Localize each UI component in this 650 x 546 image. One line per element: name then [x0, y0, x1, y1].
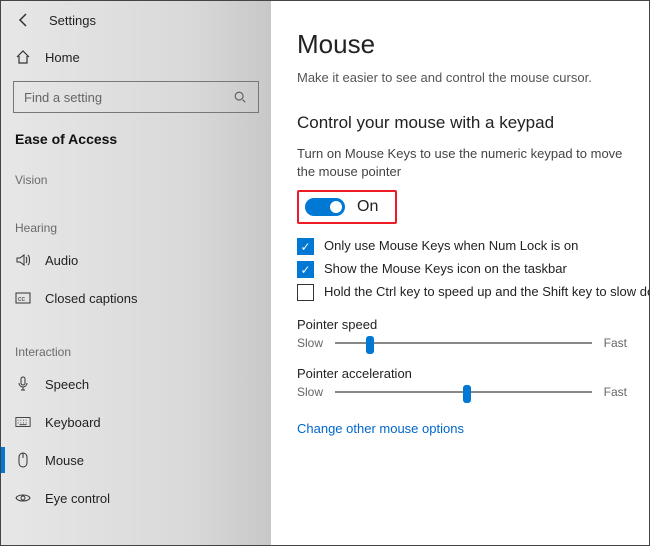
- cc-icon: cc: [15, 290, 31, 306]
- sidebar: Settings Home Find a setting Ease of Acc…: [1, 1, 271, 545]
- pointer-speed-label: Pointer speed: [297, 317, 627, 332]
- mouse-icon: [15, 452, 31, 468]
- slider-min-label: Slow: [297, 385, 323, 399]
- sidebar-item-eye-control[interactable]: Eye control: [1, 479, 271, 517]
- checkbox-label: Only use Mouse Keys when Num Lock is on: [324, 238, 578, 253]
- sidebar-home-label: Home: [45, 50, 80, 65]
- slider-knob[interactable]: [366, 336, 374, 354]
- mic-icon: [15, 376, 31, 392]
- sidebar-item-label: Closed captions: [45, 291, 138, 306]
- main-content: Mouse Make it easier to see and control …: [271, 1, 649, 545]
- change-mouse-options-link[interactable]: Change other mouse options: [297, 421, 464, 436]
- page-title: Mouse: [297, 29, 627, 60]
- sidebar-item-mouse[interactable]: Mouse: [1, 441, 271, 479]
- toggle-state-label: On: [357, 198, 378, 216]
- slider-knob[interactable]: [463, 385, 471, 403]
- eye-icon: [15, 490, 31, 506]
- current-section: Ease of Access: [1, 123, 271, 163]
- sidebar-item-label: Speech: [45, 377, 89, 392]
- pointer-accel-label: Pointer acceleration: [297, 366, 627, 381]
- slider-max-label: Fast: [604, 336, 627, 350]
- window-title: Settings: [49, 13, 96, 28]
- search-input[interactable]: Find a setting: [13, 81, 259, 113]
- keyboard-icon: [15, 414, 31, 430]
- sidebar-item-audio[interactable]: Audio: [1, 241, 271, 279]
- sidebar-item-label: Mouse: [45, 453, 84, 468]
- sidebar-item-keyboard[interactable]: Keyboard: [1, 403, 271, 441]
- search-placeholder: Find a setting: [24, 90, 102, 105]
- sidebar-home[interactable]: Home: [1, 39, 271, 75]
- mouse-keys-toggle-highlight: On: [297, 190, 397, 224]
- sidebar-item-closed-captions[interactable]: cc Closed captions: [1, 279, 271, 317]
- pointer-accel-slider[interactable]: [335, 391, 592, 393]
- checkbox-ctrl-shift[interactable]: [297, 284, 314, 301]
- group-interaction: Interaction: [1, 335, 271, 365]
- sidebar-item-label: Keyboard: [45, 415, 101, 430]
- search-icon: [232, 89, 248, 105]
- sidebar-item-label: Eye control: [45, 491, 110, 506]
- slider-max-label: Fast: [604, 385, 627, 399]
- group-vision: Vision: [1, 163, 271, 193]
- page-subtitle: Make it easier to see and control the mo…: [297, 70, 627, 85]
- slider-min-label: Slow: [297, 336, 323, 350]
- mouse-keys-toggle[interactable]: [305, 198, 345, 216]
- speaker-icon: [15, 252, 31, 268]
- svg-text:cc: cc: [18, 296, 26, 303]
- checkbox-numlock[interactable]: ✓: [297, 238, 314, 255]
- section-description: Turn on Mouse Keys to use the numeric ke…: [297, 145, 627, 180]
- section-title: Control your mouse with a keypad: [297, 113, 627, 133]
- checkbox-label: Hold the Ctrl key to speed up and the Sh…: [324, 284, 649, 299]
- pointer-speed-slider[interactable]: [335, 342, 592, 344]
- checkbox-taskbar-icon[interactable]: ✓: [297, 261, 314, 278]
- group-hearing: Hearing: [1, 211, 271, 241]
- sidebar-item-label: Audio: [45, 253, 78, 268]
- home-icon: [15, 49, 31, 65]
- sidebar-item-speech[interactable]: Speech: [1, 365, 271, 403]
- back-button[interactable]: [15, 11, 33, 29]
- checkbox-label: Show the Mouse Keys icon on the taskbar: [324, 261, 567, 276]
